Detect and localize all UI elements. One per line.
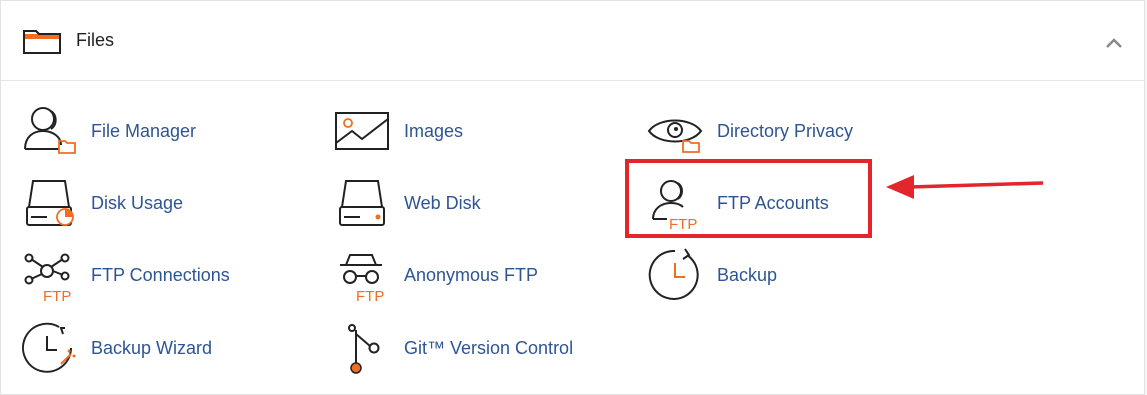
anonymous-ftp-icon: FTP: [334, 245, 394, 305]
arrow-left-icon: [880, 170, 1050, 215]
disk-usage-icon: [21, 173, 81, 233]
git-version-control-link[interactable]: Git™ Version Control: [334, 318, 573, 378]
anonymous-ftp-link[interactable]: FTP Anonymous FTP: [334, 245, 538, 305]
backup-wizard-label: Backup Wizard: [91, 337, 213, 358]
ftp-connections-label: FTP Connections: [91, 264, 230, 285]
images-icon: [334, 101, 394, 161]
file-manager-link[interactable]: File Manager: [21, 101, 196, 161]
web-disk-icon: [334, 173, 394, 233]
backup-icon: [647, 245, 707, 305]
git-version-control-label: Git™ Version Control: [404, 337, 574, 358]
panel-title: Files: [76, 30, 115, 50]
anonymous-ftp-label: Anonymous FTP: [404, 264, 539, 285]
images-link[interactable]: Images: [334, 101, 463, 161]
disk-usage-link[interactable]: Disk Usage: [21, 173, 183, 233]
disk-usage-label: Disk Usage: [91, 192, 184, 213]
backup-wizard-icon: [21, 318, 81, 378]
images-label: Images: [404, 120, 464, 141]
backup-wizard-link[interactable]: Backup Wizard: [21, 318, 212, 378]
backup-link[interactable]: Backup: [647, 245, 777, 305]
highlight-box: [625, 159, 872, 238]
folder-icon: [23, 28, 61, 59]
ftp-connections-icon: FTP: [21, 245, 81, 305]
directory-privacy-label: Directory Privacy: [717, 120, 854, 141]
directory-privacy-icon: [647, 101, 707, 161]
svg-text:FTP: FTP: [43, 288, 71, 305]
chevron-up-icon[interactable]: [1101, 31, 1127, 53]
ftp-connections-link[interactable]: FTP FTP Connections: [21, 245, 230, 305]
file-manager-icon: [21, 101, 81, 161]
web-disk-label: Web Disk: [404, 192, 481, 213]
git-version-control-icon: [334, 318, 394, 378]
file-manager-label: File Manager: [91, 120, 197, 141]
backup-label: Backup: [717, 264, 778, 285]
panel-header[interactable]: Files: [1, 1, 1144, 81]
svg-text:FTP: FTP: [356, 288, 384, 305]
web-disk-link[interactable]: Web Disk: [334, 173, 481, 233]
directory-privacy-link[interactable]: Directory Privacy: [647, 101, 853, 161]
